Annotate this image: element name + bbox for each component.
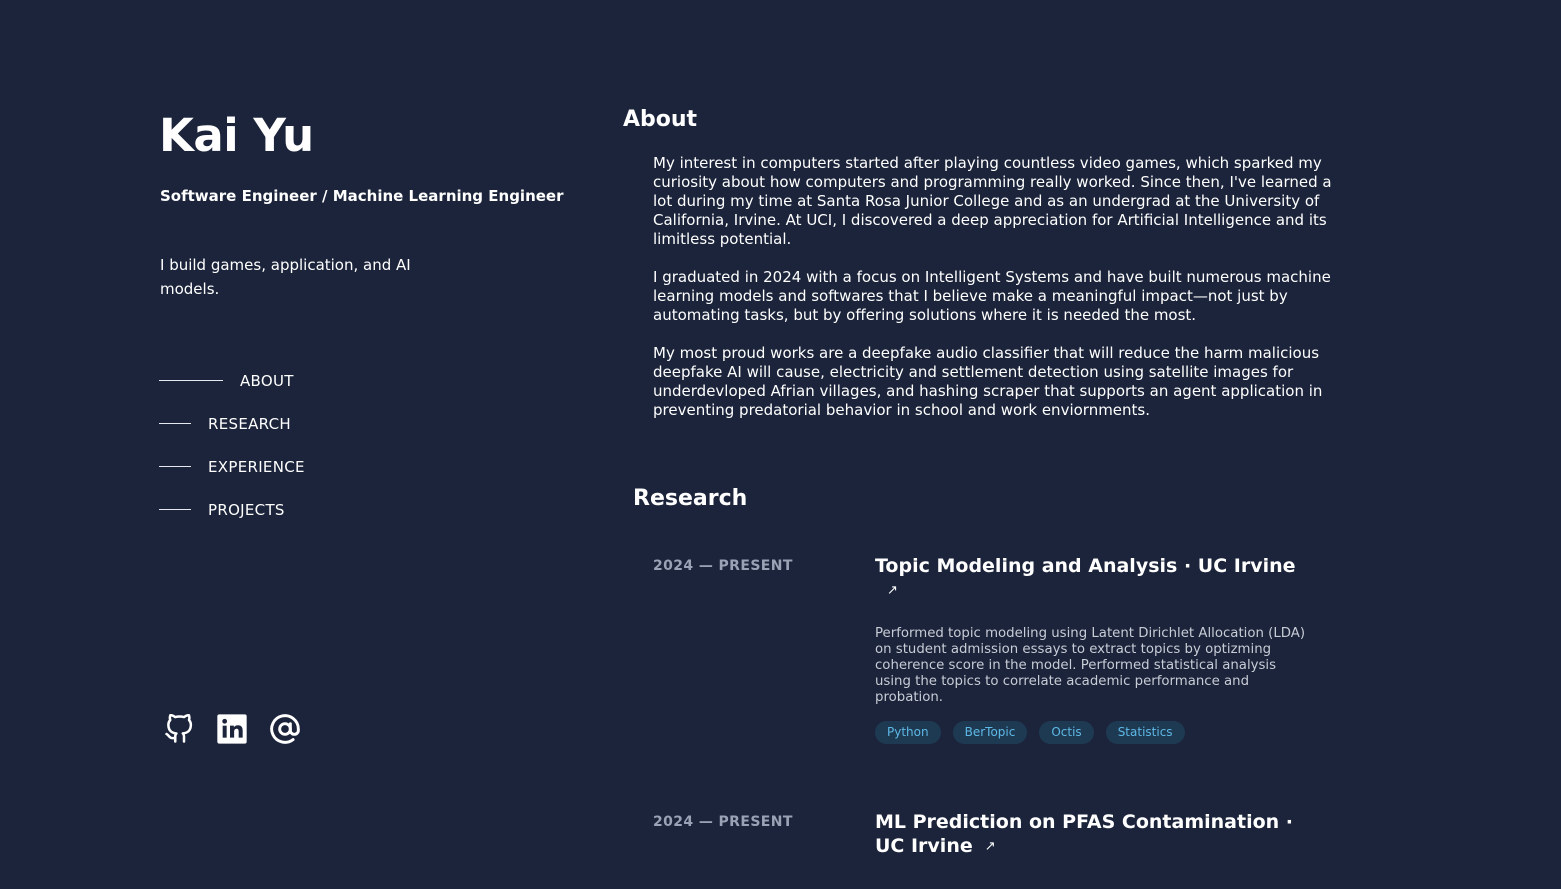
- research-entry-content: Topic Modeling and Analysis · UC Irvine ↗…: [875, 554, 1315, 744]
- nav-item-label: RESEARCH: [208, 414, 291, 433]
- about-paragraph: My interest in computers started after p…: [653, 154, 1332, 248]
- nav-indicator-line: [159, 466, 191, 467]
- about-section-title: About: [623, 107, 698, 132]
- job-role: Software Engineer / Machine Learning Eng…: [160, 187, 564, 205]
- research-section-title: Research: [633, 486, 748, 511]
- nav-item-label: PROJECTS: [208, 500, 285, 519]
- social-links: [160, 710, 319, 748]
- research-entry-content: ML Prediction on PFAS Contamination · UC…: [875, 810, 1315, 859]
- nav-item-label: ABOUT: [240, 371, 294, 390]
- research-entry-title-link[interactable]: Topic Modeling and Analysis · UC Irvine ↗: [875, 554, 1315, 603]
- about-section-body: My interest in computers started after p…: [653, 154, 1333, 439]
- portfolio-page: Kai Yu Software Engineer / Machine Learn…: [0, 0, 1561, 889]
- github-icon: [165, 714, 193, 743]
- tech-tag: BerTopic: [952, 721, 1028, 744]
- github-link[interactable]: [160, 710, 198, 748]
- nav-indicator-line: [159, 380, 223, 381]
- nav-item-label: EXPERIENCE: [208, 457, 305, 476]
- tagline: I build games, application, and AI model…: [160, 256, 411, 298]
- tech-tag-list: Python BerTopic Octis Statistics: [875, 721, 1315, 744]
- research-entry-title: Topic Modeling and Analysis · UC Irvine: [875, 555, 1296, 577]
- research-entry-date: 2024 — PRESENT: [653, 814, 793, 830]
- research-entry-title-link[interactable]: ML Prediction on PFAS Contamination · UC…: [875, 810, 1315, 859]
- nav-indicator-line: [159, 509, 191, 510]
- nav-item-research[interactable]: RESEARCH: [159, 402, 305, 445]
- nav-indicator-line: [159, 423, 191, 424]
- external-link-arrow-icon: ↗: [887, 583, 898, 598]
- nav-item-projects[interactable]: PROJECTS: [159, 488, 305, 531]
- tech-tag: Octis: [1039, 721, 1094, 744]
- email-link[interactable]: [266, 710, 304, 748]
- section-nav: ABOUT RESEARCH EXPERIENCE PROJECTS: [159, 359, 305, 531]
- tech-tag: Python: [875, 721, 941, 744]
- tech-tag: Statistics: [1105, 721, 1185, 744]
- nav-item-experience[interactable]: EXPERIENCE: [159, 445, 305, 488]
- linkedin-link[interactable]: [213, 710, 251, 748]
- linkedin-icon: [217, 714, 247, 744]
- about-paragraph: I graduated in 2024 with a focus on Inte…: [653, 268, 1331, 324]
- about-paragraph: My most proud works are a deepfake audio…: [653, 344, 1323, 419]
- external-link-arrow-icon: ↗: [984, 839, 996, 854]
- nav-item-about[interactable]: ABOUT: [159, 359, 305, 402]
- research-entry-date: 2024 — PRESENT: [653, 558, 793, 574]
- at-sign-icon: [270, 714, 300, 744]
- research-entry-title: ML Prediction on PFAS Contamination · UC…: [875, 811, 1293, 857]
- research-entry-description: Performed topic modeling using Latent Di…: [875, 626, 1306, 705]
- site-owner-name: Kai Yu: [159, 109, 314, 162]
